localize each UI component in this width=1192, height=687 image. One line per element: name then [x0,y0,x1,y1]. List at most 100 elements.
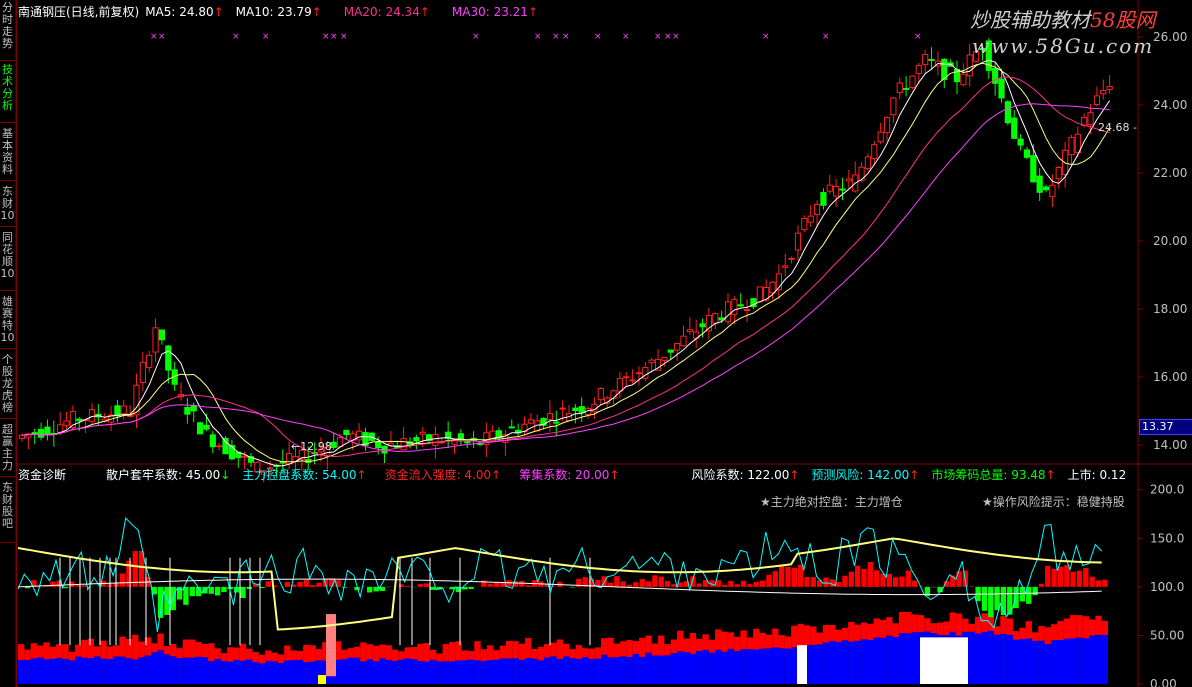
blue-volume-bar [537,660,544,684]
red-volume-bar [246,648,253,660]
blue-volume-bar [753,649,760,684]
pink-block [326,614,336,677]
momentum-bar-up [645,581,652,587]
candle-body [57,424,64,433]
blue-volume-bar [398,659,405,684]
momentum-bar-up [1083,567,1089,587]
blue-volume-bar [1019,639,1026,684]
signal-marker: × [562,32,570,42]
momentum-bar-down [176,586,183,600]
blue-volume-bar [385,659,392,684]
red-volume-bar [835,629,842,643]
candle-body [788,257,795,260]
candle-body [158,329,166,341]
blue-volume-bar [873,637,880,684]
red-volume-bar [505,640,513,659]
signal-marker: × [330,32,338,42]
candle-body [114,405,121,417]
momentum-bar-up [899,576,905,587]
price-tick-label: 14.00 [1153,438,1187,452]
candle-body [1004,101,1011,124]
momentum-bar-down [981,586,988,611]
blue-volume-bar [246,659,253,684]
red-volume-bar [841,627,849,641]
blue-volume-bar [125,658,133,684]
blue-volume-bar [563,656,570,684]
red-volume-bar [132,634,139,660]
blue-volume-bar [981,631,988,684]
candle-body [216,445,223,448]
momentum-bar-up [785,566,791,587]
candle-body [578,406,585,413]
candle-body [336,437,344,448]
candle-body [343,429,350,436]
yellow-block [318,675,326,684]
blue-volume-bar [721,651,728,684]
signal-marker: × [654,32,662,42]
red-volume-bar [797,623,804,647]
blue-volume-bar [404,658,411,684]
blue-volume-bar [905,633,912,684]
momentum-bar-up [734,584,740,587]
momentum-bar-up [721,584,728,587]
legend-item-3: 筹集系数: 20.00↑ [519,468,620,482]
last-price-badge: 13.37 [1139,419,1192,435]
signal-marker: × [552,32,560,42]
red-volume-bar [524,638,532,658]
candle-body [553,421,560,424]
blue-volume-bar [594,658,602,684]
red-volume-bar [360,642,367,662]
blue-volume-bar [784,648,792,684]
candle-body [495,430,503,438]
candle-body [222,437,229,455]
blue-volume-bar [132,659,139,684]
momentum-bar-up [740,580,747,587]
red-volume-bar [639,637,646,657]
candle-body [1100,89,1107,95]
blue-volume-bar [499,658,506,684]
watermark-logo: 炒股辅助教材58股网 www.58Gu.com [970,4,1155,58]
blue-volume-bar [474,660,481,684]
red-volume-bar [753,628,760,650]
blue-volume-bar [1044,644,1051,684]
red-volume-bar [138,641,145,658]
momentum-bar-up [1076,570,1083,587]
blue-volume-bar [493,659,500,684]
watermark-brand: 炒股辅助教材 [970,8,1090,32]
red-volume-bar [1063,618,1070,639]
ma20-line [21,76,1110,458]
red-volume-bar [347,648,354,658]
candle-body [629,379,636,382]
candle-body [864,156,872,170]
red-volume-bar [594,647,602,659]
momentum-bar-up [747,583,753,587]
candle-body [419,431,426,435]
candle-body [998,78,1005,99]
candle-body [1017,138,1024,146]
blue-volume-bar [620,656,627,684]
candle-body [400,438,407,451]
momentum-bar-up [753,581,759,587]
blue-volume-bar [968,631,975,684]
candlestick-chart[interactable]: 26.00 24.00 22.00 20.00 18.00 16.00 14.00 200.0… [0,0,1192,687]
momentum-bar-up [956,571,962,587]
momentum-bar-up [1089,576,1095,587]
red-volume-bar [94,646,101,657]
blue-volume-bar [423,661,430,684]
candle-body [139,361,146,383]
candle-body [699,323,706,328]
blue-volume-bar [189,657,196,684]
sub-chart-legend: 资金诊断 散户套牢系数: 45.00↓ 主力控盘系数: 54.00↑ 资金流入强度: … [18,466,1126,483]
blue-volume-bar [81,657,88,684]
momentum-bar-up [297,581,303,587]
red-volume-bar [575,644,583,659]
signal-marker: × [232,32,240,42]
momentum-bar-up [1064,565,1070,587]
candle-body [813,203,821,216]
signal-marker: × [914,32,922,42]
candle-body [661,357,668,361]
blue-volume-bar [18,659,25,684]
legend-title: 南通钢压(日线,前复权) [18,5,140,19]
blue-volume-bar [100,658,107,684]
candle-body [1011,117,1018,139]
